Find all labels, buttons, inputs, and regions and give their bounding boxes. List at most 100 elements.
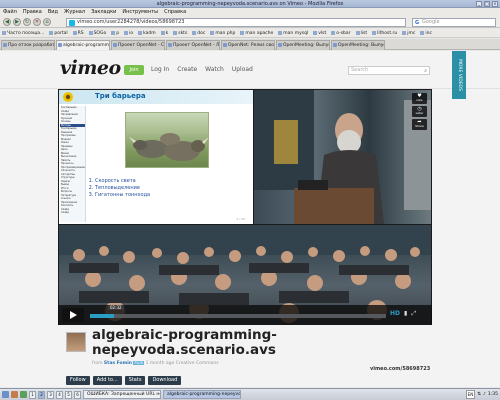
launcher-icon[interactable] xyxy=(20,391,27,398)
nav-upload[interactable]: Upload xyxy=(232,65,253,75)
browser-tab[interactable]: OpenMeeting: Выпуск сервера d... xyxy=(276,40,330,50)
window-titlebar: algebraic-programming-nepeyvoda.scenario… xyxy=(0,0,500,8)
video-player[interactable]: Три барьера Три барьера Слайд Направлени… xyxy=(58,89,432,325)
nav-create[interactable]: Create xyxy=(177,65,197,75)
launcher-icon[interactable] xyxy=(11,391,18,398)
bookmark-item[interactable]: vlst xyxy=(313,29,326,37)
menu-bookmarks[interactable]: Закладки xyxy=(91,8,116,16)
desktop-switch[interactable]: 3 xyxy=(47,390,54,399)
vimeo-search-input[interactable]: Search ⌕ xyxy=(348,66,430,75)
bookmark-item[interactable]: o-sbar xyxy=(331,29,350,37)
bookmark-item[interactable]: p xyxy=(111,29,119,37)
download-button[interactable]: Download xyxy=(148,376,182,385)
slide-title: Три барьера xyxy=(95,92,146,100)
stats-button[interactable]: Stats xyxy=(124,376,146,385)
add-to-button[interactable]: Add to... xyxy=(92,376,122,385)
desktop-switch[interactable]: 4 xyxy=(56,390,63,399)
outline-item: Слайд xyxy=(61,211,69,214)
bookmark-item[interactable]: doc xyxy=(192,29,205,37)
maximize-icon[interactable]: □ xyxy=(484,1,490,7)
bookmark-item[interactable]: jmc xyxy=(402,29,415,37)
start-menu-icon[interactable] xyxy=(2,391,9,398)
desktop-switch[interactable]: 1 xyxy=(29,390,36,399)
network-icon[interactable]: ⇅ xyxy=(477,392,481,397)
window-controls: _ □ × xyxy=(476,1,498,7)
site-favicon-icon xyxy=(69,20,75,26)
browser-tab[interactable]: Про отзок разработчика на зво... xyxy=(1,40,55,50)
bookmark-item[interactable]: lithost.ru xyxy=(372,29,397,37)
clock: 1:35 xyxy=(487,392,498,397)
bookmark-item[interactable]: SOGo xyxy=(89,29,107,37)
menu-view[interactable]: Вид xyxy=(48,8,58,16)
bookmark-item[interactable]: io xyxy=(124,29,133,37)
desktop-switch[interactable]: 6 xyxy=(74,390,81,399)
like-icon[interactable]: ♥ Like xyxy=(412,93,427,104)
byline: from Stas Fomin PLUS 1 month ago Creativ… xyxy=(92,361,219,366)
browser-tab-active[interactable]: algebraic-programming-nepeyvo... xyxy=(56,40,110,50)
more-videos-tab[interactable]: MORE VIDEOS xyxy=(452,51,466,99)
menu-tools[interactable]: Инструменты xyxy=(122,8,158,16)
browser-tab[interactable]: Проект OpenNet - Сетевые меда... xyxy=(111,40,165,50)
sunflower-icon xyxy=(63,92,73,102)
follow-button[interactable]: Follow xyxy=(66,376,90,385)
slide-photo xyxy=(125,112,209,168)
menu-help[interactable]: Справка xyxy=(164,8,186,16)
author-link[interactable]: Stas Fomin xyxy=(104,361,132,366)
bookmark-item[interactable]: kadm xyxy=(138,29,156,37)
nav-login[interactable]: Log In xyxy=(151,65,169,75)
keyboard-layout[interactable]: EN xyxy=(465,390,476,399)
browser-search-input[interactable]: G Google xyxy=(412,18,496,27)
vimeo-logo[interactable]: vimeo xyxy=(60,57,121,79)
browser-tab[interactable]: OpenNet: Релиз свободного м... xyxy=(221,40,275,50)
url-text: vimeo.com/user2284278/videos/58698723 xyxy=(77,19,185,25)
video-info: algebraic-programming-nepeyvoda.scenario… xyxy=(0,326,500,387)
forward-icon[interactable]: ▶ xyxy=(13,18,21,26)
slide-outline: Три барьера Слайд Направления Функции Ос… xyxy=(60,106,86,222)
desktop-switch-active[interactable]: 2 xyxy=(38,390,45,399)
reload-icon[interactable]: ↻ xyxy=(23,18,31,26)
bookmark-item[interactable]: k xyxy=(161,29,169,37)
bookmark-item[interactable]: man mysql xyxy=(278,29,308,37)
browser-tab[interactable]: Проект OpenNet - Лютые, но не... xyxy=(166,40,220,50)
search-icon[interactable]: ⌕ xyxy=(424,68,427,75)
progress-bar[interactable] xyxy=(90,314,386,318)
stop-icon[interactable]: ✕ xyxy=(33,18,41,26)
taskbar-task-active[interactable]: algebraic-programming-nepeyvoda.sce... xyxy=(163,390,241,399)
bookmark-item[interactable]: list xyxy=(356,29,368,37)
menu-edit[interactable]: Правка xyxy=(23,8,42,16)
close-icon[interactable]: × xyxy=(492,1,498,7)
bookmark-item[interactable]: Часто посеща... xyxy=(2,29,44,37)
volume-tray-icon[interactable]: ♪ xyxy=(483,392,486,397)
rhinos-illustration xyxy=(129,133,208,161)
bookmark-item[interactable]: RS xyxy=(73,29,84,37)
bookmark-item[interactable]: inc xyxy=(420,29,432,37)
hd-toggle[interactable]: HD xyxy=(390,310,400,318)
taskbar-task[interactable]: ОШИБКА: Запрещенный URL не может... xyxy=(83,390,161,399)
speaker-scene xyxy=(254,90,431,224)
back-icon[interactable]: ◀ xyxy=(3,18,11,26)
vimeo-url[interactable]: vimeo.com/58698723 xyxy=(370,366,430,372)
desktop-switch[interactable]: 5 xyxy=(65,390,72,399)
home-icon[interactable]: ⌂ xyxy=(43,18,51,26)
nav-watch[interactable]: Watch xyxy=(205,65,224,75)
url-bar[interactable]: vimeo.com/user2284278/videos/58698723 xyxy=(66,18,406,27)
bookmark-item[interactable]: portal xyxy=(49,29,67,37)
video-title: algebraic-programming-nepeyvoda.scenario… xyxy=(92,327,277,358)
menu-history[interactable]: Журнал xyxy=(64,8,85,16)
clock-icon[interactable]: ◷ Later xyxy=(412,106,427,117)
minimize-icon[interactable]: _ xyxy=(476,1,482,7)
vimeo-search-placeholder: Search xyxy=(351,67,369,73)
fullscreen-icon[interactable]: ⤢ xyxy=(411,310,416,318)
join-button[interactable]: Join xyxy=(124,65,144,75)
bookmark-item[interactable]: man php xyxy=(210,29,235,37)
license-badge[interactable]: Creative Commons xyxy=(176,361,219,366)
bookmark-item[interactable]: man apache xyxy=(240,29,273,37)
browser-tab[interactable]: OpenMeeting: Выпуск серверной 3... xyxy=(331,40,385,50)
share-icon[interactable]: ➦ Share xyxy=(412,119,427,130)
play-button[interactable] xyxy=(62,308,84,322)
avatar[interactable] xyxy=(66,332,86,352)
bookmark-item[interactable]: skts xyxy=(173,29,187,37)
slide-list: Скорость света Тепловыделение Гигатонны … xyxy=(95,178,150,199)
volume-icon[interactable]: ▮ xyxy=(404,310,407,318)
menu-file[interactable]: Файл xyxy=(3,8,17,16)
